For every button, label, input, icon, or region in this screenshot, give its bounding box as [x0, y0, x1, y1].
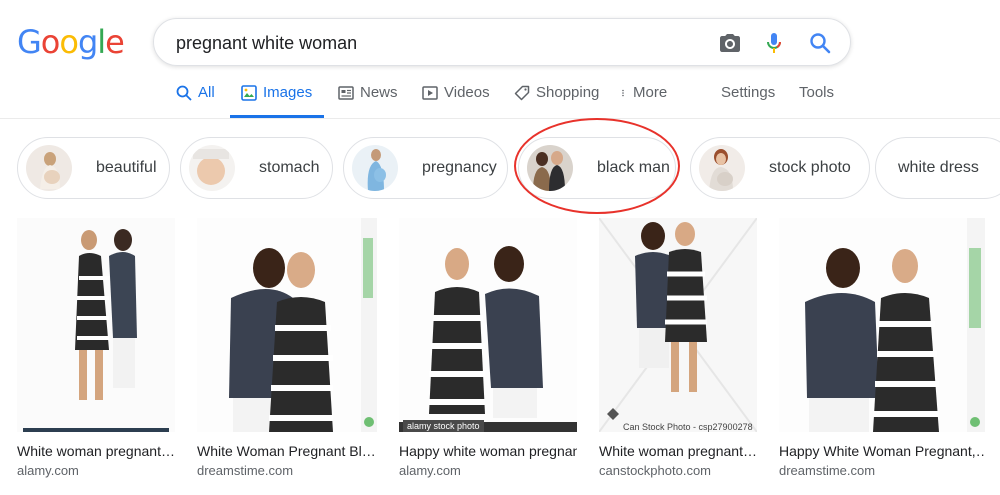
search-tabs: All Images News Videos Shopping More Set… [0, 80, 1000, 118]
tab-settings[interactable]: Settings [721, 80, 775, 118]
tab-label: Settings [721, 84, 776, 101]
logo-letter: G [17, 23, 42, 61]
logo-letter: o [59, 23, 79, 61]
header-divider [0, 118, 1000, 119]
tab-shopping[interactable]: Shopping [514, 80, 599, 118]
result-site: canstockphoto.com [599, 463, 712, 478]
search-input[interactable] [176, 31, 696, 55]
image-watermark: Can Stock Photo - csp27900278 [623, 422, 753, 432]
chip-stock-photo[interactable]: stock photo [690, 137, 870, 199]
microphone-icon[interactable] [762, 31, 786, 55]
video-icon [422, 86, 438, 100]
search-icon [176, 85, 192, 101]
google-logo[interactable]: Google [17, 23, 125, 61]
image-result[interactable]: White Woman Pregnant Bl… dreamstime.com [197, 218, 377, 480]
chip-beautiful[interactable]: beautiful [17, 137, 170, 199]
image-icon [241, 85, 257, 101]
chip-thumbnail [189, 145, 235, 191]
tab-more[interactable]: More [621, 80, 667, 118]
image-watermark: alamy stock photo [403, 420, 484, 432]
image-result[interactable]: White woman pregnant… alamy.com [17, 218, 175, 480]
logo-letter: e [105, 23, 125, 61]
chip-label: pregnancy [422, 159, 497, 176]
camera-icon[interactable] [718, 31, 742, 55]
tag-icon [514, 85, 530, 101]
chip-thumbnail [26, 145, 72, 191]
tab-label: All [198, 84, 215, 101]
result-site: dreamstime.com [779, 463, 876, 478]
tab-news[interactable]: News [338, 80, 398, 118]
image-result[interactable]: Happy White Woman Pregnant,… dreamstime.… [779, 218, 985, 480]
chip-pregnancy[interactable]: pregnancy [343, 137, 508, 199]
result-image[interactable] [197, 218, 377, 432]
result-title[interactable]: White Woman Pregnant Bl… [197, 442, 377, 460]
result-image[interactable]: alamy stock photo [399, 218, 577, 432]
chip-thumbnail [699, 145, 745, 191]
logo-letter: g [77, 23, 98, 61]
tab-label: Videos [444, 84, 490, 101]
result-site: dreamstime.com [197, 463, 294, 478]
search-icon[interactable] [808, 31, 832, 55]
result-thumbnail [599, 218, 757, 432]
tab-images[interactable]: Images [230, 80, 324, 118]
logo-letter: o [40, 23, 61, 61]
tab-videos[interactable]: Videos [422, 80, 490, 118]
image-result[interactable]: Can Stock Photo - csp27900278 White woma… [599, 218, 757, 480]
chip-black-man[interactable]: black man [518, 137, 676, 199]
chip-thumbnail [352, 145, 398, 191]
tab-label: Tools [799, 84, 835, 101]
tab-label: News [360, 84, 398, 101]
logo-letter: l [97, 23, 106, 61]
tab-tools[interactable]: Tools [799, 80, 834, 118]
chip-label: stomach [259, 159, 320, 176]
result-thumbnail [779, 218, 985, 432]
search-box [153, 18, 851, 66]
result-site: alamy.com [399, 463, 461, 478]
chip-label: stock photo [769, 159, 851, 176]
result-site: alamy.com [17, 463, 79, 478]
result-thumbnail [17, 218, 175, 432]
chip-label: black man [597, 159, 670, 176]
result-image[interactable] [17, 218, 175, 432]
result-thumbnail [197, 218, 377, 432]
chip-stomach[interactable]: stomach [180, 137, 333, 199]
image-result[interactable]: alamy stock photo Happy white woman preg… [399, 218, 577, 480]
tab-all[interactable]: All [176, 80, 215, 118]
result-title[interactable]: White woman pregnant… [17, 442, 175, 460]
result-image[interactable] [779, 218, 985, 432]
chip-white-dress[interactable]: white dress [875, 137, 1000, 199]
tab-label: More [633, 84, 668, 101]
news-icon [338, 86, 354, 100]
chip-thumbnail [527, 145, 573, 191]
chip-label: beautiful [96, 159, 157, 176]
result-title[interactable]: White woman pregnant… [599, 442, 757, 460]
chip-label: white dress [898, 159, 979, 176]
result-thumbnail [399, 218, 577, 432]
result-title[interactable]: Happy White Woman Pregnant,… [779, 442, 985, 460]
tab-label: Shopping [536, 84, 600, 101]
tab-label: Images [263, 84, 313, 101]
more-vert-icon [622, 89, 624, 97]
result-image[interactable]: Can Stock Photo - csp27900278 [599, 218, 757, 432]
result-title[interactable]: Happy white woman pregnant… [399, 442, 577, 460]
